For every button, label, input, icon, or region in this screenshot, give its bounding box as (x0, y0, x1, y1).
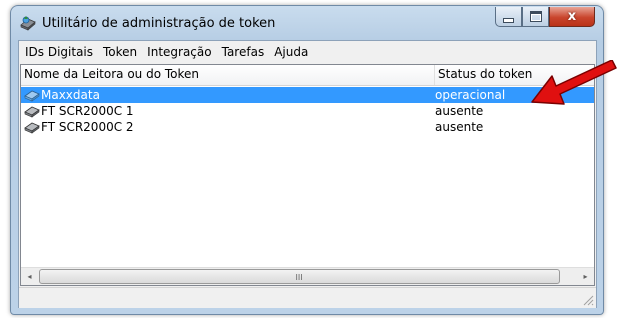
column-header-status[interactable]: Status do token (438, 67, 532, 81)
title-bar[interactable]: Utilitário de administração de token x (11, 6, 603, 40)
red-arrow-annotation (531, 60, 617, 105)
minimize-icon (503, 18, 514, 23)
token-device-icon (24, 106, 40, 118)
table-row[interactable]: FT SCR2000C 1 ausente (21, 103, 594, 119)
token-app-icon (20, 16, 36, 31)
scroll-right-button[interactable]: ▸ (577, 268, 594, 285)
row-name-cell: Maxxdata (24, 88, 100, 102)
token-device-icon (24, 90, 40, 102)
column-header-name[interactable]: Nome da Leitora ou do Token (24, 67, 199, 81)
row-name-cell: FT SCR2000C 1 (24, 104, 134, 118)
maximize-icon (529, 11, 542, 22)
chevron-right-icon: ▸ (583, 272, 588, 281)
token-status: ausente (435, 120, 484, 134)
token-device-icon (24, 122, 40, 134)
menu-tarefas[interactable]: Tarefas (217, 45, 270, 59)
row-name-cell: FT SCR2000C 2 (24, 120, 134, 134)
token-status: ausente (435, 104, 484, 118)
window-client-area: IDs Digitais Token Integração Tarefas Aj… (18, 40, 597, 308)
horizontal-scrollbar[interactable]: ◂ III ▸ (21, 267, 594, 285)
close-button[interactable]: x (549, 7, 595, 27)
resize-grip-icon[interactable] (581, 293, 594, 306)
table-row[interactable]: Maxxdata operacional (21, 87, 594, 103)
close-icon: x (567, 9, 577, 24)
window-title: Utilitário de administração de token (42, 16, 276, 31)
token-status: operacional (435, 88, 506, 102)
token-name: FT SCR2000C 1 (41, 104, 134, 118)
token-name: FT SCR2000C 2 (41, 120, 134, 134)
menu-ids-digitais[interactable]: IDs Digitais (19, 45, 98, 59)
menu-bar: IDs Digitais Token Integração Tarefas Aj… (19, 41, 596, 63)
caption-buttons: x (495, 7, 595, 29)
menu-token[interactable]: Token (98, 45, 142, 59)
app-window: Utilitário de administração de token x I… (10, 5, 604, 315)
table-row[interactable]: FT SCR2000C 2 ausente (21, 119, 594, 135)
column-divider[interactable] (434, 65, 435, 85)
menu-integracao[interactable]: Integração (142, 45, 216, 59)
scroll-left-button[interactable]: ◂ (21, 268, 38, 285)
list-header: Nome da Leitora ou do Token Status do to… (21, 65, 594, 86)
grip-icon: III (295, 273, 303, 282)
maximize-button[interactable] (522, 7, 549, 27)
token-list[interactable]: Nome da Leitora ou do Token Status do to… (20, 64, 595, 286)
minimize-button[interactable] (495, 7, 522, 27)
chevron-left-icon: ◂ (27, 272, 32, 281)
token-name: Maxxdata (41, 88, 100, 102)
menu-ajuda[interactable]: Ajuda (269, 45, 313, 59)
status-bar (19, 287, 596, 308)
scroll-thumb[interactable]: III (39, 269, 560, 284)
